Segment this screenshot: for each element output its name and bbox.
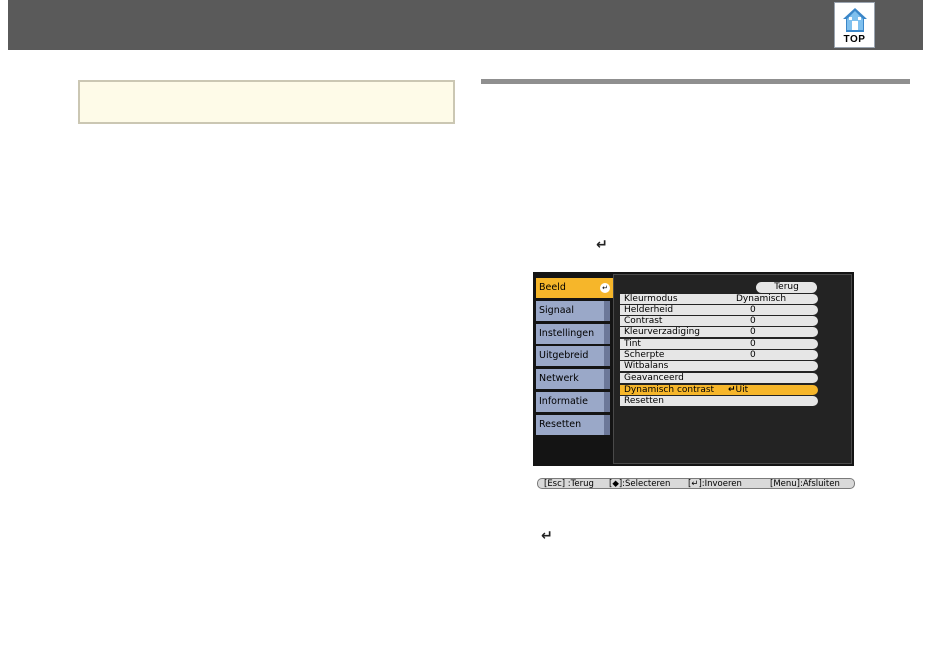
sidebar-item-label: Instellingen	[539, 328, 595, 339]
help-select: [◆]:Selecteren	[609, 479, 671, 489]
note-box	[78, 80, 455, 124]
top-label: TOP	[843, 34, 866, 45]
row-value: 0	[750, 316, 756, 326]
section-divider	[481, 79, 910, 84]
row-label: Kleurverzadiging	[624, 327, 700, 337]
sidebar-item-beeld[interactable]: Beeld ↵	[536, 278, 613, 298]
row-value: 0	[750, 327, 756, 337]
menu-row-kleurmodus[interactable]: Kleurmodus Dynamisch	[620, 294, 818, 304]
sidebar-item-informatie[interactable]: Informatie	[536, 392, 610, 412]
enter-icon: ↵	[728, 385, 736, 395]
sidebar-item-label: Uitgebreid	[539, 350, 589, 361]
page-header: TOP	[8, 0, 923, 50]
menu-row-geavanceerd[interactable]: Geavanceerd	[620, 373, 818, 383]
row-label: Contrast	[624, 316, 663, 326]
row-label: Helderheid	[624, 305, 674, 315]
sidebar-item-resetten[interactable]: Resetten	[536, 415, 610, 435]
home-icon	[843, 8, 867, 32]
row-label: Dynamisch contrast	[624, 385, 715, 395]
menu-help-bar: [Esc] :Terug [◆]:Selecteren [↵]:Invoeren…	[537, 478, 855, 489]
help-esc: [Esc] :Terug	[544, 479, 594, 489]
enter-key-icon: ↵	[541, 528, 553, 544]
row-value: Dynamisch	[736, 294, 787, 304]
row-label: Geavanceerd	[624, 373, 684, 383]
projector-menu-screenshot: Beeld ↵ Signaal Instellingen Uitgebreid …	[533, 272, 854, 466]
sidebar-item-uitgebreid[interactable]: Uitgebreid	[536, 346, 610, 366]
row-value: Uit	[735, 385, 749, 395]
menu-row-tint[interactable]: Tint 0	[620, 339, 818, 349]
sidebar-item-label: Resetten	[539, 419, 582, 430]
sidebar-item-label: Signaal	[539, 305, 575, 316]
back-button[interactable]: Terug	[756, 282, 817, 293]
menu-row-scherpte[interactable]: Scherpte 0	[620, 350, 818, 360]
sidebar-item-label: Beeld	[539, 282, 566, 293]
row-value: 0	[750, 305, 756, 315]
row-value: 0	[750, 350, 756, 360]
menu-row-dynamisch-contrast[interactable]: Dynamisch contrast ↵Uit	[620, 385, 818, 395]
row-value-with-enter: ↵Uit	[728, 385, 748, 395]
row-label: Resetten	[624, 396, 664, 406]
help-enter: [↵]:Invoeren	[688, 479, 742, 489]
sidebar-item-netwerk[interactable]: Netwerk	[536, 369, 610, 389]
enter-icon: ↵	[600, 283, 610, 293]
sidebar-item-signaal[interactable]: Signaal	[536, 301, 610, 321]
row-label: Scherpte	[624, 350, 665, 360]
menu-row-helderheid[interactable]: Helderheid 0	[620, 305, 818, 315]
menu-row-kleurverzadiging[interactable]: Kleurverzadiging 0	[620, 327, 818, 337]
menu-row-witbalans[interactable]: Witbalans	[620, 361, 818, 371]
help-menu: [Menu]:Afsluiten	[770, 479, 840, 489]
row-value: 0	[750, 339, 756, 349]
row-label: Tint	[624, 339, 641, 349]
sidebar-item-label: Informatie	[539, 396, 589, 407]
menu-row-contrast[interactable]: Contrast 0	[620, 316, 818, 326]
sidebar-item-label: Netwerk	[539, 373, 579, 384]
sidebar-item-instellingen[interactable]: Instellingen	[536, 324, 610, 344]
top-button[interactable]: TOP	[834, 2, 875, 48]
row-label: Kleurmodus	[624, 294, 678, 304]
menu-row-resetten[interactable]: Resetten	[620, 396, 818, 406]
enter-key-icon: ↵	[596, 237, 608, 253]
row-label: Witbalans	[624, 361, 669, 371]
